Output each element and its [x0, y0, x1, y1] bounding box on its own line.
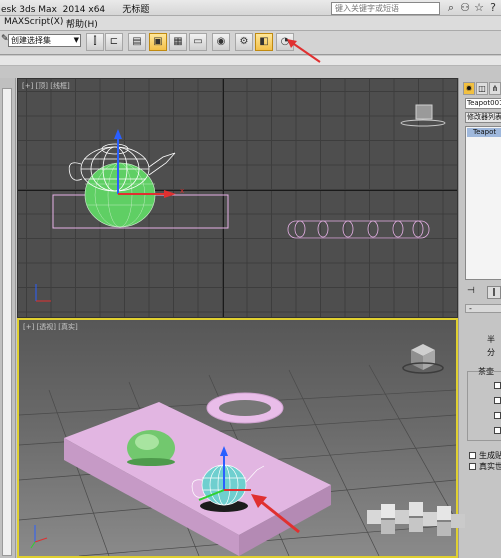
segments-label: 分	[487, 348, 495, 357]
radius-label: 半	[487, 335, 495, 344]
app-title: esk 3ds Max 2014 x64 无标题	[1, 5, 150, 15]
modify-tab-icon[interactable]: ◫	[476, 82, 488, 95]
star-icon[interactable]: ☆	[473, 1, 485, 14]
gen-mapping-checkbox[interactable]	[469, 452, 476, 459]
curve-editor-icon[interactable]: ▭	[189, 33, 207, 51]
modifier-list-dropdown[interactable]: 修改器列表	[465, 112, 501, 123]
chevron-down-icon: ▼	[73, 36, 79, 44]
viewcube-top	[400, 104, 446, 127]
viewport-top[interactable]: [+] [顶] [线框] x	[17, 78, 458, 318]
real-world-label: 真实世	[479, 462, 501, 471]
toggle-scene-explorer-icon[interactable]: ▤	[128, 33, 146, 51]
binoculars-icon[interactable]: ⌕	[445, 1, 457, 14]
part-checkbox-1[interactable]	[494, 382, 501, 389]
stack-buttons: ⊣ ‖	[465, 286, 501, 299]
ribbon-strip-lower	[0, 66, 501, 78]
axis-tripod-persp	[30, 525, 48, 549]
command-panel: ✹ ◫ ⋔ Teapot001 修改器列表 Teapot ⊣ ‖ - 半 分 茶…	[458, 78, 501, 558]
teapot-parts-group: 茶壶	[467, 366, 501, 441]
show-end-result-icon[interactable]: ‖	[487, 286, 501, 299]
title-bar: esk 3ds Max 2014 x64 无标题 键入关键字或短语 ⌕ ⚇ ☆ …	[0, 0, 501, 16]
mirror-icon[interactable]: ⫿	[86, 33, 104, 51]
menu-help[interactable]: 帮助(H)	[66, 17, 98, 30]
svg-text:x: x	[180, 187, 184, 195]
top-viewport-scene: x	[35, 104, 446, 302]
axis-tripod-top	[35, 284, 51, 302]
hemisphere-persp	[127, 430, 175, 466]
watermark-mosaic	[367, 500, 477, 540]
part-checkbox-3[interactable]	[494, 412, 501, 419]
rollout-header[interactable]: -	[465, 304, 501, 313]
pin-stack-icon[interactable]: ⊣	[467, 286, 475, 296]
torus-persp	[206, 392, 284, 424]
help-icon[interactable]: ?	[487, 1, 499, 14]
object-name-field[interactable]: Teapot001	[465, 98, 501, 109]
left-scrollbar[interactable]	[2, 88, 12, 556]
teapot-parts-label: 茶壶	[478, 366, 494, 377]
hierarchy-tab-icon[interactable]: ⋔	[489, 82, 501, 95]
torus-wireframe-top	[287, 220, 430, 239]
render-setup-icon[interactable]: ⚙	[235, 33, 253, 51]
graphite-modeling-icon[interactable]: ▦	[169, 33, 187, 51]
document-title: 无标题	[122, 5, 150, 15]
command-panel-tabs: ✹ ◫ ⋔	[463, 82, 501, 95]
stack-item-teapot[interactable]: Teapot	[467, 128, 501, 137]
viewcube-persp	[402, 344, 444, 374]
ribbon-strip	[0, 56, 501, 66]
modifier-stack[interactable]: Teapot	[465, 126, 501, 280]
pink-box	[64, 402, 331, 556]
material-editor-icon[interactable]: ◉	[212, 33, 230, 51]
create-tab-icon[interactable]: ✹	[463, 82, 475, 95]
real-world-checkbox[interactable]	[469, 463, 476, 470]
part-checkbox-4[interactable]	[494, 427, 501, 434]
toggle-layer-explorer-icon[interactable]: ▣	[149, 33, 167, 51]
annotation-arrow-toolbar	[287, 39, 321, 63]
rendered-frame-window-icon[interactable]: ◧	[255, 33, 273, 51]
selection-set-dropdown[interactable]: 创建选择集 ▼	[8, 34, 81, 47]
align-icon[interactable]: ⊏	[105, 33, 123, 51]
menu-maxscript[interactable]: MAXScript(X)	[4, 17, 63, 27]
gen-mapping-label: 生成贴	[479, 451, 501, 460]
part-checkbox-2[interactable]	[494, 397, 501, 404]
user-icon[interactable]: ⚇	[459, 1, 471, 14]
left-panel	[0, 78, 16, 558]
selection-set-value: 创建选择集	[11, 36, 51, 45]
menu-bar: MAXScript(X) 帮助(H)	[0, 16, 501, 31]
search-input[interactable]: 键入关键字或短语	[331, 2, 440, 15]
main-toolbar: ✎ 创建选择集 ▼ ⫿ ⊏ ▤ ▣ ▦ ▭ ◉ ⚙ ◧ ◔	[0, 31, 501, 55]
